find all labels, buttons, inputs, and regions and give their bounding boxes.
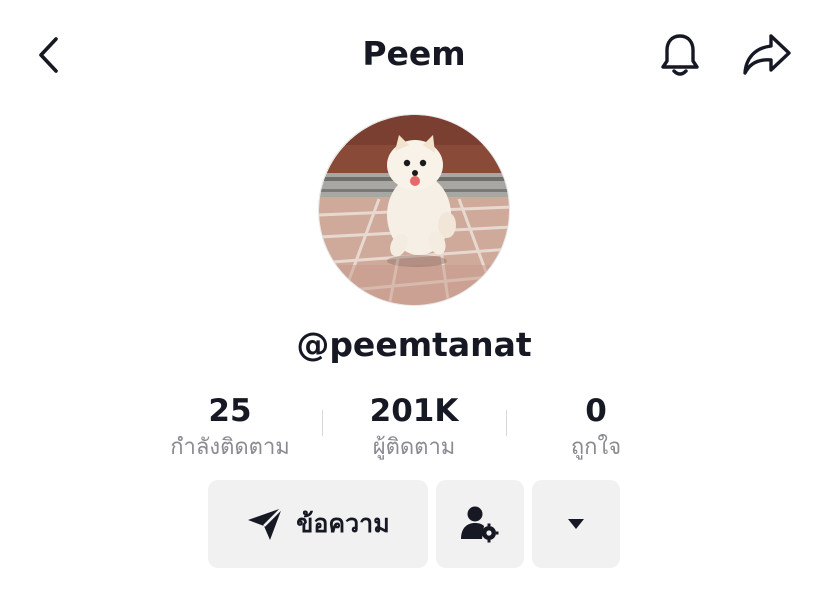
profile-actions: ข้อความ bbox=[0, 480, 828, 568]
avatar[interactable] bbox=[318, 114, 510, 306]
stat-followers-label: ผู้ติดตาม bbox=[372, 435, 456, 460]
top-bar: Peem bbox=[0, 0, 828, 110]
page-title: Peem bbox=[362, 34, 466, 73]
stat-followers[interactable]: 201K ผู้ติดตาม bbox=[324, 392, 504, 466]
message-button[interactable]: ข้อความ bbox=[208, 480, 428, 568]
chevron-left-icon bbox=[39, 37, 58, 73]
stat-following-label: กำลังติดตาม bbox=[170, 435, 290, 460]
back-button[interactable] bbox=[26, 30, 70, 80]
more-options-button[interactable] bbox=[532, 480, 620, 568]
send-icon bbox=[248, 507, 284, 540]
profile-stats: 25 กำลังติดตาม 201K ผู้ติดตาม 0 ถูกใจ bbox=[140, 392, 688, 466]
share-arrow-icon bbox=[743, 34, 791, 75]
avatar-photo bbox=[319, 115, 509, 305]
stat-followers-count: 201K bbox=[369, 393, 459, 429]
profile-username: @peemtanat bbox=[296, 325, 532, 364]
stat-following-count: 25 bbox=[208, 393, 252, 429]
caret-down-icon bbox=[568, 519, 584, 529]
message-button-label: ข้อความ bbox=[296, 509, 390, 538]
stat-likes-count: 0 bbox=[585, 393, 607, 429]
notification-bell-button[interactable] bbox=[654, 28, 706, 82]
friend-settings-button[interactable] bbox=[436, 480, 524, 568]
stat-likes-label: ถูกใจ bbox=[570, 435, 622, 460]
stat-following[interactable]: 25 กำลังติดตาม bbox=[140, 392, 320, 466]
stat-divider bbox=[322, 410, 323, 436]
bell-icon bbox=[661, 34, 699, 76]
stat-likes[interactable]: 0 ถูกใจ bbox=[506, 392, 686, 466]
user-settings-icon bbox=[461, 506, 499, 543]
share-button[interactable] bbox=[738, 28, 796, 82]
